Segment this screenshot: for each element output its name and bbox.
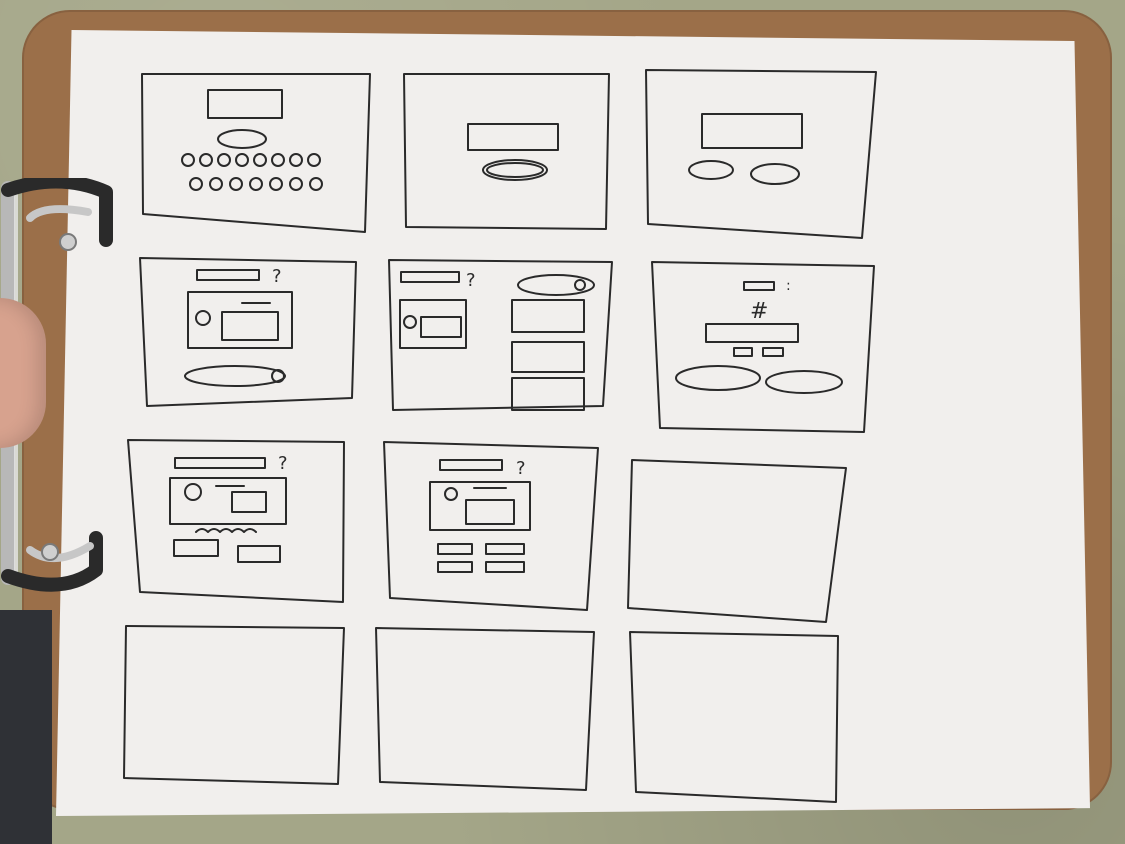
panel-6-hash-mark: #: [750, 299, 768, 324]
panel-2: [403, 73, 610, 230]
panel-6: : #: [651, 261, 875, 433]
panel-7: ?: [127, 439, 345, 603]
panel-6-colon: :: [786, 278, 791, 294]
panel-7-question-mark: ?: [278, 453, 288, 474]
panel-11: [375, 627, 595, 791]
panel-9: [627, 459, 847, 623]
panel-5: ?: [388, 259, 613, 411]
panel-12: [629, 631, 839, 803]
panel-4: ?: [139, 257, 357, 407]
panel-1-dots: [181, 153, 323, 191]
panel-8-question-mark: ?: [516, 458, 526, 479]
storyboard-sketches: ? ? : # ? ?: [123, 69, 877, 803]
panel-5-question-mark: ?: [466, 270, 476, 291]
sleeve: [0, 610, 52, 844]
panel-4-question-mark: ?: [272, 266, 282, 287]
thumb: [0, 298, 46, 448]
panel-1: [141, 73, 371, 233]
panel-3: [645, 69, 877, 239]
panel-10: [123, 625, 345, 785]
panel-8: ?: [383, 441, 599, 611]
